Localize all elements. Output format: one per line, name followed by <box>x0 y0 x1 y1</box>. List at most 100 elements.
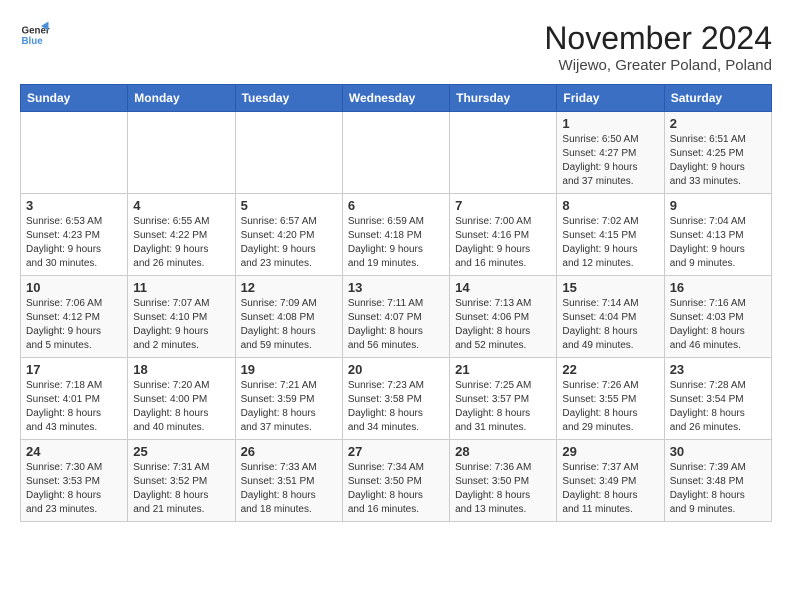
day-number: 20 <box>348 362 444 377</box>
calendar-cell: 10 Sunrise: 7:06 AM Sunset: 4:12 PM Dayli… <box>21 276 128 358</box>
calendar-table: SundayMondayTuesdayWednesdayThursdayFrid… <box>20 84 772 522</box>
day-number: 11 <box>133 280 229 295</box>
title-area: November 2024 Wijewo, Greater Poland, Po… <box>544 20 772 74</box>
calendar-cell: 5 Sunrise: 6:57 AM Sunset: 4:20 PM Daylig… <box>235 194 342 276</box>
day-number: 7 <box>455 198 551 213</box>
day-info: Sunrise: 7:26 AM Sunset: 3:55 PM Dayligh… <box>562 379 658 435</box>
day-info: Sunrise: 6:50 AM Sunset: 4:27 PM Dayligh… <box>562 133 658 189</box>
calendar-cell <box>235 112 342 194</box>
day-info: Sunrise: 6:57 AM Sunset: 4:20 PM Dayligh… <box>241 215 337 271</box>
calendar-cell: 22Sunrise: 7:26 AM Sunset: 3:55 PM Dayli… <box>557 358 664 440</box>
day-number: 24 <box>26 444 122 459</box>
weekday-header-saturday: Saturday <box>664 85 771 112</box>
day-number: 17 <box>26 362 122 377</box>
calendar-cell: 28 Sunrise: 7:36 AM Sunset: 3:50 PM Dayli… <box>450 440 557 522</box>
calendar-cell: 16 Sunrise: 7:16 AM Sunset: 4:03 PM Dayli… <box>664 276 771 358</box>
calendar-cell: 7 Sunrise: 7:00 AM Sunset: 4:16 PM Daylig… <box>450 194 557 276</box>
calendar-cell: 18Sunrise: 7:20 AM Sunset: 4:00 PM Dayli… <box>128 358 235 440</box>
day-info: Sunrise: 7:13 AM Sunset: 4:06 PM Dayligh… <box>455 297 551 353</box>
day-info: Sunrise: 7:00 AM Sunset: 4:16 PM Dayligh… <box>455 215 551 271</box>
day-info: Sunrise: 7:23 AM Sunset: 3:58 PM Dayligh… <box>348 379 444 435</box>
calendar-cell: 25Sunrise: 7:31 AM Sunset: 3:52 PM Dayli… <box>128 440 235 522</box>
calendar-cell: 8Sunrise: 7:02 AM Sunset: 4:15 PM Daylig… <box>557 194 664 276</box>
day-number: 27 <box>348 444 444 459</box>
day-info: Sunrise: 7:30 AM Sunset: 3:53 PM Dayligh… <box>26 461 122 517</box>
day-number: 16 <box>670 280 766 295</box>
day-number: 29 <box>562 444 658 459</box>
calendar-cell: 4Sunrise: 6:55 AM Sunset: 4:22 PM Daylig… <box>128 194 235 276</box>
calendar-week-2: 3Sunrise: 6:53 AM Sunset: 4:23 PM Daylig… <box>21 194 772 276</box>
day-info: Sunrise: 7:11 AM Sunset: 4:07 PM Dayligh… <box>348 297 444 353</box>
day-info: Sunrise: 7:04 AM Sunset: 4:13 PM Dayligh… <box>670 215 766 271</box>
calendar-cell: 26 Sunrise: 7:33 AM Sunset: 3:51 PM Dayli… <box>235 440 342 522</box>
day-number: 26 <box>241 444 337 459</box>
calendar-cell: 29 Sunrise: 7:37 AM Sunset: 3:49 PM Dayli… <box>557 440 664 522</box>
calendar-cell: 21Sunrise: 7:25 AM Sunset: 3:57 PM Dayli… <box>450 358 557 440</box>
calendar-cell <box>450 112 557 194</box>
calendar-cell: 3Sunrise: 6:53 AM Sunset: 4:23 PM Daylig… <box>21 194 128 276</box>
day-info: Sunrise: 7:36 AM Sunset: 3:50 PM Dayligh… <box>455 461 551 517</box>
weekday-header-wednesday: Wednesday <box>342 85 449 112</box>
day-info: Sunrise: 7:39 AM Sunset: 3:48 PM Dayligh… <box>670 461 766 517</box>
day-info: Sunrise: 6:59 AM Sunset: 4:18 PM Dayligh… <box>348 215 444 271</box>
weekday-header-monday: Monday <box>128 85 235 112</box>
day-number: 10 <box>26 280 122 295</box>
header: General Blue November 2024 Wijewo, Great… <box>20 20 772 74</box>
day-number: 4 <box>133 198 229 213</box>
day-info: Sunrise: 7:09 AM Sunset: 4:08 PM Dayligh… <box>241 297 337 353</box>
day-number: 8 <box>562 198 658 213</box>
day-number: 13 <box>348 280 444 295</box>
svg-text:Blue: Blue <box>22 36 44 47</box>
day-number: 14 <box>455 280 551 295</box>
calendar-cell <box>128 112 235 194</box>
day-info: Sunrise: 7:06 AM Sunset: 4:12 PM Dayligh… <box>26 297 122 353</box>
day-info: Sunrise: 7:07 AM Sunset: 4:10 PM Dayligh… <box>133 297 229 353</box>
calendar-week-5: 24 Sunrise: 7:30 AM Sunset: 3:53 PM Dayli… <box>21 440 772 522</box>
calendar-cell <box>21 112 128 194</box>
calendar-cell: 13 Sunrise: 7:11 AM Sunset: 4:07 PM Dayli… <box>342 276 449 358</box>
calendar-cell: 6 Sunrise: 6:59 AM Sunset: 4:18 PM Daylig… <box>342 194 449 276</box>
day-info: Sunrise: 7:33 AM Sunset: 3:51 PM Dayligh… <box>241 461 337 517</box>
calendar-cell: 24 Sunrise: 7:30 AM Sunset: 3:53 PM Dayli… <box>21 440 128 522</box>
day-info: Sunrise: 7:28 AM Sunset: 3:54 PM Dayligh… <box>670 379 766 435</box>
weekday-header-friday: Friday <box>557 85 664 112</box>
calendar-cell: 23 Sunrise: 7:28 AM Sunset: 3:54 PM Dayli… <box>664 358 771 440</box>
calendar-week-1: 1 Sunrise: 6:50 AM Sunset: 4:27 PM Daylig… <box>21 112 772 194</box>
day-info: Sunrise: 6:51 AM Sunset: 4:25 PM Dayligh… <box>670 133 766 189</box>
month-title: November 2024 <box>544 20 772 57</box>
calendar-week-3: 10 Sunrise: 7:06 AM Sunset: 4:12 PM Dayli… <box>21 276 772 358</box>
day-number: 23 <box>670 362 766 377</box>
calendar-cell: 12 Sunrise: 7:09 AM Sunset: 4:08 PM Dayli… <box>235 276 342 358</box>
calendar-cell: 2 Sunrise: 6:51 AM Sunset: 4:25 PM Daylig… <box>664 112 771 194</box>
day-info: Sunrise: 7:18 AM Sunset: 4:01 PM Dayligh… <box>26 379 122 435</box>
weekday-header-thursday: Thursday <box>450 85 557 112</box>
day-number: 2 <box>670 116 766 131</box>
day-number: 6 <box>348 198 444 213</box>
day-info: Sunrise: 6:53 AM Sunset: 4:23 PM Dayligh… <box>26 215 122 271</box>
calendar-cell: 9 Sunrise: 7:04 AM Sunset: 4:13 PM Daylig… <box>664 194 771 276</box>
day-number: 9 <box>670 198 766 213</box>
day-number: 1 <box>562 116 658 131</box>
day-number: 12 <box>241 280 337 295</box>
calendar-cell: 19Sunrise: 7:21 AM Sunset: 3:59 PM Dayli… <box>235 358 342 440</box>
day-info: Sunrise: 7:16 AM Sunset: 4:03 PM Dayligh… <box>670 297 766 353</box>
day-number: 15 <box>562 280 658 295</box>
day-info: Sunrise: 7:20 AM Sunset: 4:00 PM Dayligh… <box>133 379 229 435</box>
calendar-cell: 17 Sunrise: 7:18 AM Sunset: 4:01 PM Dayli… <box>21 358 128 440</box>
logo: General Blue <box>20 20 50 50</box>
calendar-body: 1 Sunrise: 6:50 AM Sunset: 4:27 PM Daylig… <box>21 112 772 522</box>
day-number: 30 <box>670 444 766 459</box>
logo-icon: General Blue <box>20 20 50 50</box>
day-info: Sunrise: 7:34 AM Sunset: 3:50 PM Dayligh… <box>348 461 444 517</box>
calendar-header: SundayMondayTuesdayWednesdayThursdayFrid… <box>21 85 772 112</box>
day-number: 28 <box>455 444 551 459</box>
calendar-cell: 1 Sunrise: 6:50 AM Sunset: 4:27 PM Daylig… <box>557 112 664 194</box>
day-info: Sunrise: 7:31 AM Sunset: 3:52 PM Dayligh… <box>133 461 229 517</box>
calendar-week-4: 17 Sunrise: 7:18 AM Sunset: 4:01 PM Dayli… <box>21 358 772 440</box>
calendar-cell: 11 Sunrise: 7:07 AM Sunset: 4:10 PM Dayli… <box>128 276 235 358</box>
weekday-header-tuesday: Tuesday <box>235 85 342 112</box>
day-info: Sunrise: 7:37 AM Sunset: 3:49 PM Dayligh… <box>562 461 658 517</box>
day-number: 5 <box>241 198 337 213</box>
calendar-cell: 15Sunrise: 7:14 AM Sunset: 4:04 PM Dayli… <box>557 276 664 358</box>
calendar-cell: 30 Sunrise: 7:39 AM Sunset: 3:48 PM Dayli… <box>664 440 771 522</box>
